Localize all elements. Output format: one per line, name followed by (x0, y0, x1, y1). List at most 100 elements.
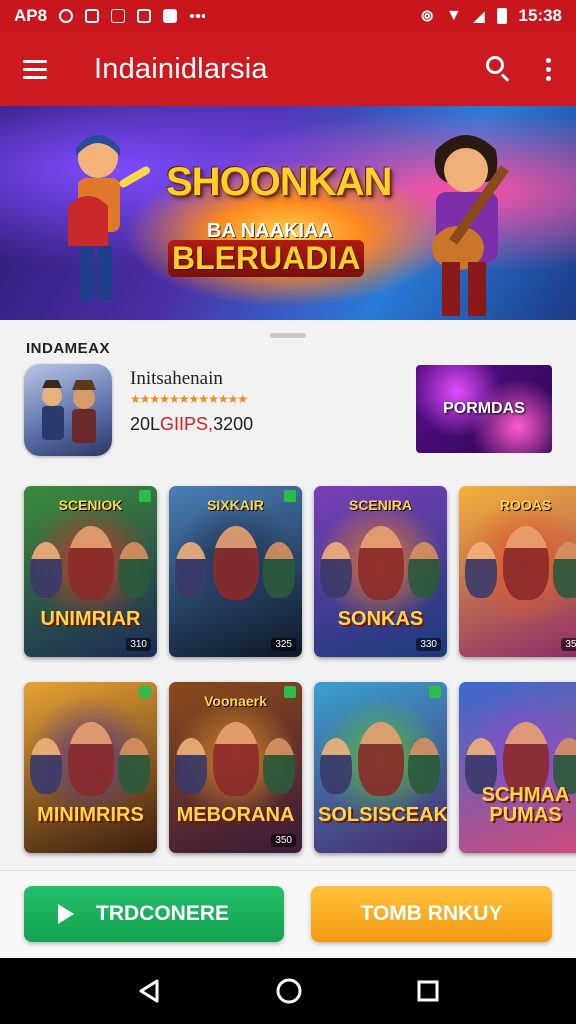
featured-app-meta: 20LGIIPS,3200 (130, 414, 253, 435)
game-card-character (68, 722, 114, 796)
game-card-character (358, 722, 404, 796)
image-icon (85, 9, 100, 23)
banner-title: SHOONKAN (166, 160, 392, 204)
hamburger-icon-line (23, 75, 47, 79)
badge-icon (139, 490, 151, 502)
game-card[interactable]: Voonaerk MEBORANA 350 (169, 682, 302, 853)
game-card-top-title: SIXKAIR (207, 497, 264, 513)
rating-stars: ★★★★★★★★★★★★ (130, 392, 248, 406)
game-card-character (263, 542, 295, 598)
badge-icon (284, 490, 296, 502)
secondary-action-button[interactable]: TOMB RNKUY (311, 886, 552, 942)
game-card-character (68, 526, 114, 600)
game-card-count: 350 (561, 638, 576, 651)
app-title: Indainidlarsia (94, 52, 268, 85)
game-card-character (465, 542, 497, 598)
menu-button[interactable] (0, 32, 70, 106)
more-options-button[interactable] (520, 47, 576, 91)
game-card[interactable]: SCHMAA PUMAS (459, 682, 576, 853)
game-card[interactable]: SCENIRA SONKAS 330 (314, 486, 447, 657)
secondary-action-label: TOMB RNKUY (360, 902, 503, 925)
more-vert-icon-dot (545, 66, 551, 72)
game-card-character (503, 526, 549, 600)
app-notification-icon (111, 9, 126, 23)
notification-icon (59, 9, 74, 23)
game-card-title: MEBORANA (176, 804, 295, 826)
game-card-character (213, 526, 259, 600)
game-card-count: 310 (126, 638, 151, 651)
game-card-character (263, 738, 295, 794)
game-card-character (408, 738, 440, 794)
meta-prefix: 20L (130, 414, 161, 434)
system-nav-bar (0, 958, 576, 1024)
battery-icon (496, 8, 507, 24)
meta-accent: GIIPS, (160, 414, 214, 434)
back-icon[interactable] (135, 977, 163, 1005)
signal-icon: ◢ (473, 7, 485, 24)
recent-apps-icon[interactable] (415, 978, 441, 1004)
status-bar: AP8 ⊚ ▼ ◢ 15:38 (0, 0, 576, 32)
game-card-title: SCHMAA PUMAS (481, 784, 570, 826)
game-card-character (553, 542, 576, 598)
search-icon (486, 56, 504, 74)
featured-app-art (42, 380, 96, 443)
badge-icon (139, 686, 151, 698)
section-label: INDAMEAX (26, 340, 111, 357)
more-vert-icon-dot (545, 75, 551, 81)
promo-banner[interactable]: PORMDAS (416, 365, 552, 453)
meta-suffix: 3200 (213, 414, 254, 434)
sheet-drag-handle[interactable] (270, 333, 306, 338)
game-card-title: UNIMRIAR (40, 608, 141, 630)
badge-icon (284, 686, 296, 698)
game-card-character (175, 542, 207, 598)
game-card-character (30, 738, 62, 794)
primary-action-button[interactable]: TRDCONERE (24, 886, 284, 942)
game-card-character (408, 542, 440, 598)
hero-character-guitar-illustration (432, 135, 509, 316)
game-card-character (358, 526, 404, 600)
game-card[interactable]: SIXKAIR 325 (169, 486, 302, 657)
search-icon-handle (500, 73, 510, 82)
game-card-character (30, 542, 62, 598)
game-card[interactable]: SOLSISCEAK (314, 682, 447, 853)
search-button[interactable] (476, 47, 520, 91)
game-card-title: SONKAS (337, 608, 424, 630)
wifi-icon: ▼ (445, 7, 462, 24)
game-card-count: 350 (271, 834, 296, 847)
game-card[interactable]: MINIMRIRS (24, 682, 157, 853)
promo-label: PORMDAS (443, 400, 525, 417)
game-card-character (320, 738, 352, 794)
game-card[interactable]: SCENIOK UNIMRIAR 310 (24, 486, 157, 657)
featured-app-name: Initsahenain (130, 368, 223, 389)
game-card-character (118, 738, 150, 794)
status-carrier-text: AP8 (14, 6, 48, 25)
game-card-character (320, 542, 352, 598)
game-card-character (175, 738, 207, 794)
game-card[interactable]: ROOAS 350 (459, 486, 576, 657)
more-notifications-icon (189, 14, 206, 18)
game-card-top-title: ROOAS (499, 497, 552, 513)
app-bar: Indainidlarsia (0, 32, 576, 106)
calendar-icon (137, 9, 152, 23)
more-vert-icon (545, 57, 551, 63)
game-card-count: 325 (271, 638, 296, 651)
alarm-icon: ⊚ (420, 8, 434, 25)
game-card-character (213, 722, 259, 796)
hamburger-icon-line (23, 67, 47, 71)
game-card-title: MINIMRIRS (37, 804, 144, 826)
game-card-count: 330 (416, 638, 441, 651)
hamburger-icon (23, 59, 47, 63)
featured-app-icon[interactable] (24, 364, 112, 456)
game-card-top-title: SCENIOK (58, 497, 123, 513)
status-time: 15:38 (518, 6, 562, 25)
game-card-top-title: SCENIRA (348, 497, 412, 513)
game-card-character (118, 542, 150, 598)
game-card-title: SOLSISCEAK (318, 804, 447, 826)
square-icon (163, 9, 178, 23)
badge-icon (429, 686, 441, 698)
primary-action-label: TRDCONERE (96, 902, 230, 925)
home-icon[interactable] (274, 976, 304, 1006)
game-card-top-title: Voonaerk (204, 693, 267, 709)
banner-tagline: BLERUADIA (168, 240, 364, 277)
hero-banner[interactable]: SHOONKAN BA NAAKIAA BLERUADIA (0, 106, 576, 320)
